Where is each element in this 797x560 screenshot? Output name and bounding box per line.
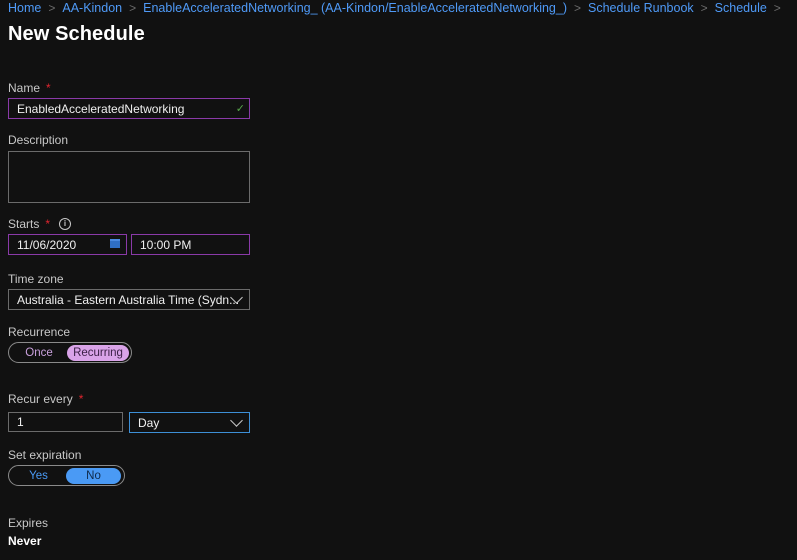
required-asterisk: * — [78, 392, 84, 406]
name-label: Name * — [8, 81, 51, 95]
breadcrumb: Home > AA-Kindon > EnableAcceleratedNetw… — [8, 0, 788, 16]
recurrence-label: Recurrence — [8, 325, 70, 339]
breadcrumb-separator: > — [48, 1, 56, 15]
breadcrumb-schedule-runbook[interactable]: Schedule Runbook — [588, 1, 694, 15]
starts-label-text: Starts — [8, 217, 40, 231]
set-expiration-label: Set expiration — [8, 448, 81, 462]
expiration-option-no[interactable]: No — [66, 467, 121, 484]
recur-every-label: Recur every * — [8, 392, 83, 406]
description-textarea[interactable] — [8, 151, 250, 203]
check-icon: ✓ — [235, 103, 245, 115]
breadcrumb-automation-account[interactable]: AA-Kindon — [62, 1, 122, 15]
start-time-input[interactable]: 10:00 PM — [131, 234, 250, 255]
recur-interval-input[interactable]: 1 — [8, 412, 123, 432]
name-label-text: Name — [8, 81, 41, 95]
name-input-value: EnabledAcceleratedNetworking — [17, 101, 185, 116]
recurrence-label-text: Recurrence — [8, 325, 71, 339]
set-expiration-toggle: Yes No — [8, 465, 125, 486]
start-date-input[interactable]: 11/06/2020 — [8, 234, 127, 255]
starts-label: Starts * i — [8, 217, 72, 231]
breadcrumb-runbook[interactable]: EnableAcceleratedNetworking_ (AA-Kindon/… — [143, 1, 567, 15]
description-label-text: Description — [8, 133, 69, 147]
breadcrumb-separator: > — [129, 1, 137, 15]
time-zone-label: Time zone — [8, 272, 64, 286]
expires-label: Expires — [8, 516, 48, 530]
recurrence-toggle: Once Recurring — [8, 342, 132, 363]
breadcrumb-home[interactable]: Home — [8, 1, 41, 15]
recur-every-label-text: Recur every — [8, 392, 73, 406]
recur-unit-selected: Day — [138, 415, 160, 430]
recurrence-option-once[interactable]: Once — [11, 345, 67, 361]
breadcrumb-separator: > — [773, 1, 781, 15]
calendar-icon[interactable] — [110, 239, 120, 248]
page-title: New Schedule — [8, 23, 145, 45]
expires-label-text: Expires — [8, 516, 49, 530]
breadcrumb-schedule[interactable]: Schedule — [715, 1, 767, 15]
info-icon[interactable]: i — [59, 218, 72, 230]
recur-interval-value: 1 — [17, 415, 24, 429]
name-input[interactable]: EnabledAcceleratedNetworking ✓ — [8, 98, 250, 119]
set-expiration-label-text: Set expiration — [8, 448, 82, 462]
time-zone-label-text: Time zone — [8, 272, 64, 286]
expires-value: Never — [8, 534, 42, 548]
description-label: Description — [8, 133, 68, 147]
start-date-value: 11/06/2020 — [17, 237, 77, 252]
required-asterisk: * — [46, 81, 51, 95]
chevron-down-icon — [230, 414, 243, 427]
recur-unit-dropdown[interactable]: Day — [129, 412, 250, 433]
recurrence-option-recurring[interactable]: Recurring — [67, 344, 129, 361]
time-zone-selected: Australia - Eastern Australia Time (Sydn… — [17, 292, 240, 307]
time-zone-dropdown[interactable]: Australia - Eastern Australia Time (Sydn… — [8, 289, 250, 310]
expiration-option-yes[interactable]: Yes — [11, 468, 66, 484]
required-asterisk: * — [45, 217, 51, 231]
breadcrumb-separator: > — [700, 1, 708, 15]
start-time-value: 10:00 PM — [140, 237, 192, 252]
breadcrumb-separator: > — [574, 1, 582, 15]
